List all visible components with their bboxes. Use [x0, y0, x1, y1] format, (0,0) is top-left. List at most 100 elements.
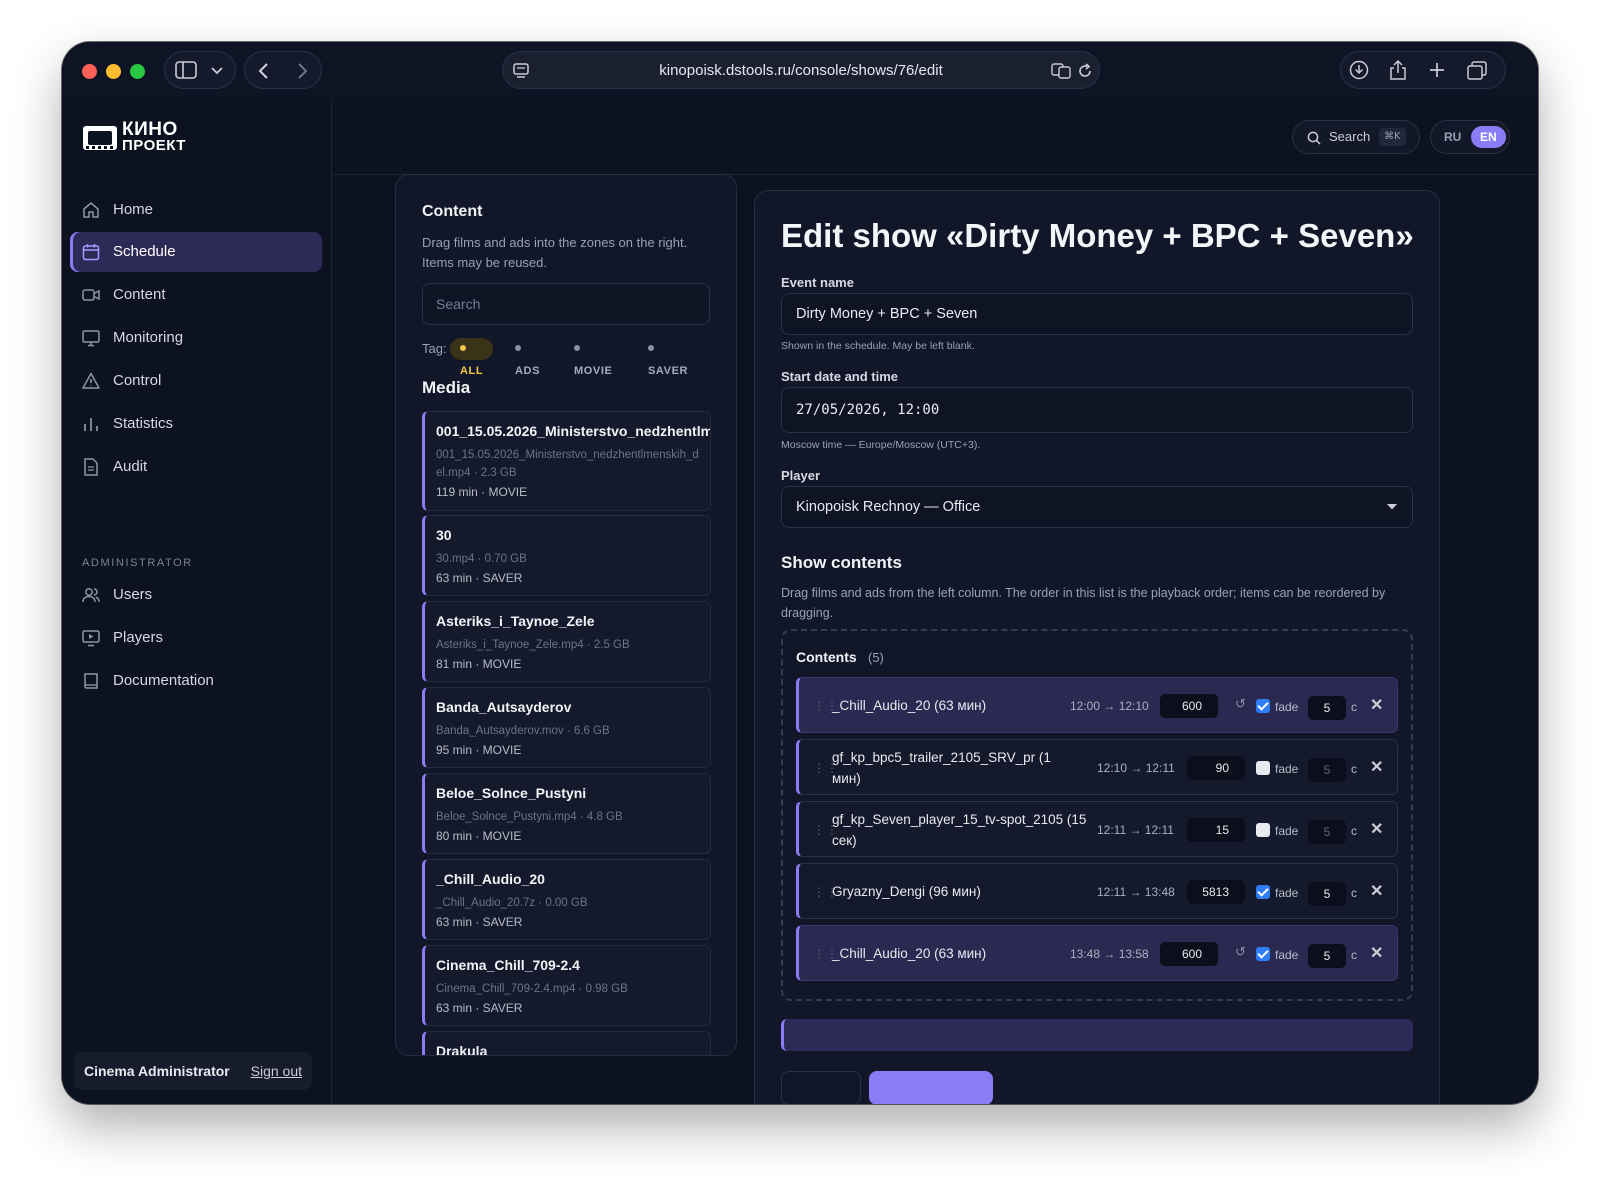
sidebar-item-audit[interactable]: Audit: [70, 447, 322, 487]
sidebar-item-label: Home: [113, 201, 154, 218]
tag-label: Tag:: [422, 341, 447, 356]
duration-input[interactable]: 600: [1160, 942, 1218, 966]
tab-overview-icon[interactable]: [1467, 61, 1487, 81]
sidebar-item-label: Monitoring: [113, 329, 184, 346]
sidebar-item-statistics[interactable]: Statistics: [70, 404, 322, 444]
duration-input[interactable]: 15: [1187, 818, 1245, 842]
fade-checkbox[interactable]: [1256, 699, 1270, 713]
media-meta: 63 min · SAVER: [436, 571, 523, 585]
lang-ru-button[interactable]: RU: [1440, 126, 1465, 148]
media-card[interactable]: Beloe_Solnce_Pustyni Beloe_Solnce_Pustyn…: [422, 773, 711, 854]
event-name-input[interactable]: Dirty Money + BPC + Seven: [781, 293, 1413, 335]
fade-checkbox[interactable]: [1256, 947, 1270, 961]
remove-row-icon[interactable]: ✕: [1370, 802, 1383, 858]
fade-checkbox[interactable]: [1256, 761, 1270, 775]
url-text[interactable]: kinopoisk.dstools.ru/console/shows/76/ed…: [503, 52, 1099, 90]
start-datetime-input[interactable]: 27/05/2026, 12:00: [781, 387, 1413, 433]
fade-seconds-input[interactable]: 5: [1308, 944, 1346, 968]
remove-row-icon[interactable]: ✕: [1370, 678, 1383, 734]
seconds-unit: c: [1351, 762, 1357, 776]
row-title: _Chill_Audio_20 (63 мин): [832, 698, 987, 713]
duration-input[interactable]: 90: [1187, 756, 1245, 780]
media-card[interactable]: _Chill_Audio_20 _Chill_Audio_20.7z · 0.0…: [422, 859, 711, 940]
remove-row-icon[interactable]: ✕: [1370, 926, 1383, 982]
media-card[interactable]: Banda_Autsayderov Banda_Autsayderov.mov …: [422, 687, 711, 768]
media-name: Beloe_Solnce_Pustyni: [436, 785, 587, 801]
address-bar[interactable]: kinopoisk.dstools.ru/console/shows/76/ed…: [502, 51, 1100, 89]
show-content-row[interactable]: ⋮⋮ gf_kp_Seven_player_15_tv-spot_2105 (1…: [796, 801, 1398, 857]
show-content-row[interactable]: ⋮⋮ Gryazny_Dengi (96 мин) 12:11 → 13:48 …: [796, 863, 1398, 919]
sidebar-item-documentation[interactable]: Documentation: [70, 661, 322, 701]
video-icon: [82, 289, 100, 301]
sidebar-item-label: Users: [113, 586, 153, 603]
sidebar-toggle-group[interactable]: [164, 51, 236, 89]
save-button[interactable]: [869, 1071, 993, 1104]
fade-label: fade: [1275, 700, 1299, 714]
warning-icon: [82, 372, 100, 389]
media-file: 30.mp4 · 0.70 GB: [436, 553, 527, 565]
sidebar-item-monitoring[interactable]: Monitoring: [70, 318, 322, 358]
fade-seconds-input[interactable]: 5: [1308, 696, 1346, 720]
back-arrow-icon[interactable]: [257, 62, 271, 80]
media-card[interactable]: Drakula: [422, 1031, 711, 1055]
player-label: Player: [781, 468, 821, 483]
remove-row-icon[interactable]: ✕: [1370, 864, 1383, 920]
sidebar-item-label: Players: [113, 629, 164, 646]
cancel-button[interactable]: [781, 1071, 861, 1104]
search-shortcut: ⌘K: [1379, 128, 1406, 146]
content-panel-description: Drag films and ads into the zones on the…: [422, 235, 688, 270]
zoom-window-button[interactable]: [130, 64, 145, 79]
sidebar-item-home[interactable]: Home: [70, 190, 322, 230]
chevron-down-icon[interactable]: [211, 66, 223, 76]
media-card[interactable]: Asteriks_i_Taynoe_Zele Asteriks_i_Taynoe…: [422, 601, 711, 682]
show-content-row[interactable]: ⋮⋮ gf_kp_bpc5_trailer_2105_SRV_pr (1 мин…: [796, 739, 1398, 795]
lang-en-button[interactable]: EN: [1471, 126, 1506, 148]
media-section-title: Media: [422, 378, 471, 397]
remove-row-icon[interactable]: ✕: [1370, 740, 1383, 796]
media-name: 30: [436, 527, 452, 543]
fade-seconds-input[interactable]: 5: [1308, 882, 1346, 906]
forward-arrow-icon[interactable]: [295, 62, 309, 80]
sidebar-item-players[interactable]: Players: [70, 618, 322, 658]
sidebar-item-users[interactable]: Users: [70, 575, 322, 615]
browser-titlebar: kinopoisk.dstools.ru/console/shows/76/ed…: [62, 42, 1538, 98]
fade-checkbox[interactable]: [1256, 885, 1270, 899]
sidebar-toggle-icon[interactable]: [175, 61, 197, 79]
media-card[interactable]: 30 30.mp4 · 0.70 GB 63 min · SAVER: [422, 515, 711, 596]
reload-icon[interactable]: [1077, 63, 1093, 79]
sidebar-item-control[interactable]: Control: [70, 361, 322, 401]
tag-all-chip[interactable]: ALL: [450, 338, 494, 377]
seconds-unit: c: [1351, 948, 1357, 962]
contents-dropzone[interactable]: Contents (5) ⋮⋮ _Chill_Audio_20 (63 мин)…: [781, 629, 1413, 1001]
content-search-input[interactable]: Search: [422, 283, 710, 325]
close-window-button[interactable]: [82, 64, 97, 79]
duration-input[interactable]: 5813: [1187, 880, 1245, 904]
media-card[interactable]: 001_15.05.2026_Ministerstvo_nedzhentlmen…: [422, 411, 711, 511]
share-icon[interactable]: [1389, 59, 1407, 81]
duration-input[interactable]: 600: [1160, 694, 1218, 718]
fade-seconds-input[interactable]: 5: [1308, 820, 1346, 844]
tag-ads-chip[interactable]: ADS: [515, 338, 540, 377]
player-select[interactable]: Kinopoisk Rechnoy — Office: [781, 486, 1413, 528]
show-content-row[interactable]: ⋮⋮ _Chill_Audio_20 (63 мин) 12:00 → 12:1…: [796, 677, 1398, 733]
media-name: Cinema_Chill_709-2.4: [436, 957, 580, 973]
media-card[interactable]: Cinema_Chill_709-2.4 Cinema_Chill_709-2.…: [422, 945, 711, 1026]
minimize-window-button[interactable]: [106, 64, 121, 79]
reset-icon[interactable]: ↺: [1235, 696, 1246, 712]
translate-icon[interactable]: [1051, 63, 1071, 79]
sidebar-item-content[interactable]: Content: [70, 275, 322, 315]
media-meta: 63 min · SAVER: [436, 915, 523, 929]
sign-out-link[interactable]: Sign out: [251, 1052, 302, 1090]
show-content-row[interactable]: ⋮⋮ _Chill_Audio_20 (63 мин) 13:48 → 13:5…: [796, 925, 1398, 981]
page-title: Edit show «Dirty Money + BPC + Seven»: [781, 217, 1414, 254]
tag-saver-chip[interactable]: SAVER: [648, 338, 688, 377]
download-icon[interactable]: [1349, 60, 1369, 80]
fade-seconds-input[interactable]: 5: [1308, 758, 1346, 782]
sidebar-item-schedule[interactable]: Schedule: [70, 232, 322, 272]
tag-movie-chip[interactable]: MOVIE: [574, 338, 612, 377]
search-icon: [1307, 131, 1321, 145]
search-button[interactable]: Search ⌘K: [1292, 120, 1420, 154]
new-tab-icon[interactable]: [1429, 62, 1445, 78]
fade-checkbox[interactable]: [1256, 823, 1270, 837]
reset-icon[interactable]: ↺: [1235, 944, 1246, 960]
